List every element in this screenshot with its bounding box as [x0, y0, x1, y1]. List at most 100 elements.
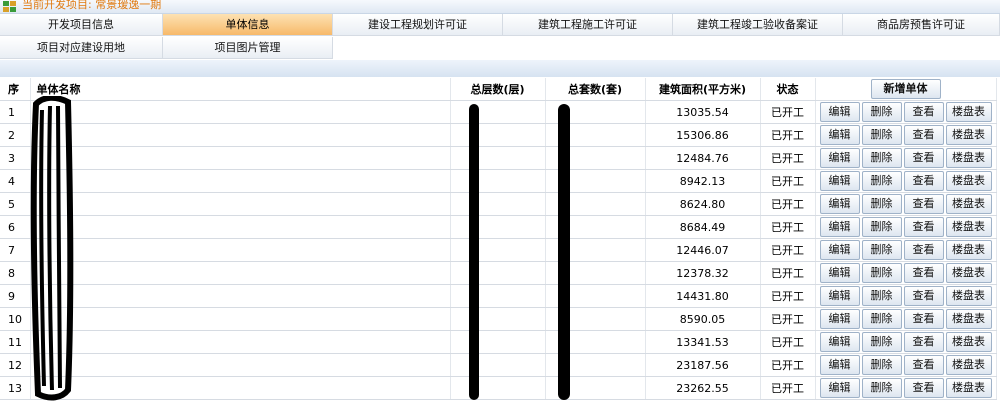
view-button[interactable]: 查看 — [903, 332, 944, 352]
row-status: 已开工 — [760, 192, 816, 216]
view-button[interactable]: 查看 — [903, 194, 944, 214]
edit-button[interactable]: 编辑 — [819, 263, 860, 283]
edit-button[interactable]: 编辑 — [819, 194, 860, 214]
table-row: 3 12484.76 已开工 编辑 删除 查看 楼盘表 — [0, 146, 997, 170]
row-seq: 11 — [0, 330, 31, 354]
building-chart-button[interactable]: 楼盘表 — [945, 332, 992, 352]
row-status: 已开工 — [760, 169, 816, 193]
view-button[interactable]: 查看 — [903, 148, 944, 168]
delete-button[interactable]: 删除 — [861, 171, 902, 191]
tab-planning-permit[interactable]: 建设工程规划许可证 — [333, 14, 503, 36]
delete-button[interactable]: 删除 — [861, 240, 902, 260]
row-status: 已开工 — [760, 376, 816, 400]
row-area: 8942.13 — [645, 169, 761, 193]
row-actions: 编辑 删除 查看 楼盘表 — [815, 238, 997, 262]
tab-building-info[interactable]: 单体信息 — [163, 14, 333, 36]
building-chart-button[interactable]: 楼盘表 — [945, 286, 992, 306]
row-units — [545, 284, 646, 308]
row-floors — [450, 146, 546, 170]
row-actions: 编辑 删除 查看 楼盘表 — [815, 284, 997, 308]
row-area: 23262.55 — [645, 376, 761, 400]
edit-button[interactable]: 编辑 — [819, 102, 860, 122]
building-chart-button[interactable]: 楼盘表 — [945, 378, 992, 398]
row-seq: 9 — [0, 284, 31, 308]
row-seq: 3 — [0, 146, 31, 170]
delete-button[interactable]: 删除 — [861, 309, 902, 329]
row-actions: 编辑 删除 查看 楼盘表 — [815, 215, 997, 239]
building-chart-button[interactable]: 楼盘表 — [945, 240, 992, 260]
table-row: 11 13341.53 已开工 编辑 删除 查看 楼盘表 — [0, 330, 997, 354]
building-chart-button[interactable]: 楼盘表 — [945, 355, 992, 375]
delete-button[interactable]: 删除 — [861, 263, 902, 283]
tab-project-info[interactable]: 开发项目信息 — [0, 14, 163, 36]
current-project-label: 当前开发项目: 常景瑷逸一期 — [22, 0, 162, 11]
row-building-name — [30, 146, 451, 170]
view-button[interactable]: 查看 — [903, 217, 944, 237]
view-button[interactable]: 查看 — [903, 286, 944, 306]
delete-button[interactable]: 删除 — [861, 355, 902, 375]
edit-button[interactable]: 编辑 — [819, 171, 860, 191]
row-seq: 7 — [0, 238, 31, 262]
row-units — [545, 192, 646, 216]
row-units — [545, 376, 646, 400]
view-button[interactable]: 查看 — [903, 263, 944, 283]
building-chart-button[interactable]: 楼盘表 — [945, 194, 992, 214]
row-actions: 编辑 删除 查看 楼盘表 — [815, 146, 997, 170]
tab-construction-permit[interactable]: 建筑工程施工许可证 — [503, 14, 673, 36]
tab-bar: 开发项目信息 单体信息 建设工程规划许可证 建筑工程施工许可证 建筑工程竣工验收… — [0, 14, 1000, 60]
row-building-name — [30, 261, 451, 285]
edit-button[interactable]: 编辑 — [819, 355, 860, 375]
building-chart-button[interactable]: 楼盘表 — [945, 102, 992, 122]
delete-button[interactable]: 删除 — [861, 125, 902, 145]
app-grid-icon — [3, 1, 16, 12]
tab-completion-certificate[interactable]: 建筑工程竣工验收备案证 — [673, 14, 843, 36]
delete-button[interactable]: 删除 — [861, 194, 902, 214]
col-header-actions: 新增单体 — [815, 78, 997, 101]
row-building-name — [30, 284, 451, 308]
row-building-name — [30, 353, 451, 377]
row-status: 已开工 — [760, 238, 816, 262]
toolbar-strip — [0, 60, 1000, 77]
tab-presale-permit[interactable]: 商品房预售许可证 — [843, 14, 1000, 36]
view-button[interactable]: 查看 — [903, 378, 944, 398]
view-button[interactable]: 查看 — [903, 309, 944, 329]
delete-button[interactable]: 删除 — [861, 148, 902, 168]
edit-button[interactable]: 编辑 — [819, 309, 860, 329]
delete-button[interactable]: 删除 — [861, 286, 902, 306]
delete-button[interactable]: 删除 — [861, 378, 902, 398]
tab-project-images[interactable]: 项目图片管理 — [163, 37, 333, 59]
view-button[interactable]: 查看 — [903, 355, 944, 375]
row-units — [545, 169, 646, 193]
row-units — [545, 100, 646, 124]
building-chart-button[interactable]: 楼盘表 — [945, 148, 992, 168]
row-seq: 13 — [0, 376, 31, 400]
building-chart-button[interactable]: 楼盘表 — [945, 217, 992, 237]
edit-button[interactable]: 编辑 — [819, 378, 860, 398]
building-chart-button[interactable]: 楼盘表 — [945, 171, 992, 191]
edit-button[interactable]: 编辑 — [819, 148, 860, 168]
building-chart-button[interactable]: 楼盘表 — [945, 263, 992, 283]
delete-button[interactable]: 删除 — [861, 332, 902, 352]
row-status: 已开工 — [760, 284, 816, 308]
view-button[interactable]: 查看 — [903, 125, 944, 145]
view-button[interactable]: 查看 — [903, 102, 944, 122]
edit-button[interactable]: 编辑 — [819, 286, 860, 306]
row-seq: 10 — [0, 307, 31, 331]
edit-button[interactable]: 编辑 — [819, 240, 860, 260]
building-chart-button[interactable]: 楼盘表 — [945, 309, 992, 329]
add-building-button[interactable]: 新增单体 — [870, 79, 941, 99]
row-floors — [450, 192, 546, 216]
view-button[interactable]: 查看 — [903, 171, 944, 191]
edit-button[interactable]: 编辑 — [819, 217, 860, 237]
row-area: 8624.80 — [645, 192, 761, 216]
tab-construction-land[interactable]: 项目对应建设用地 — [0, 37, 163, 59]
edit-button[interactable]: 编辑 — [819, 332, 860, 352]
edit-button[interactable]: 编辑 — [819, 125, 860, 145]
row-floors — [450, 123, 546, 147]
row-area: 12378.32 — [645, 261, 761, 285]
delete-button[interactable]: 删除 — [861, 102, 902, 122]
delete-button[interactable]: 删除 — [861, 217, 902, 237]
building-chart-button[interactable]: 楼盘表 — [945, 125, 992, 145]
row-area: 13341.53 — [645, 330, 761, 354]
view-button[interactable]: 查看 — [903, 240, 944, 260]
